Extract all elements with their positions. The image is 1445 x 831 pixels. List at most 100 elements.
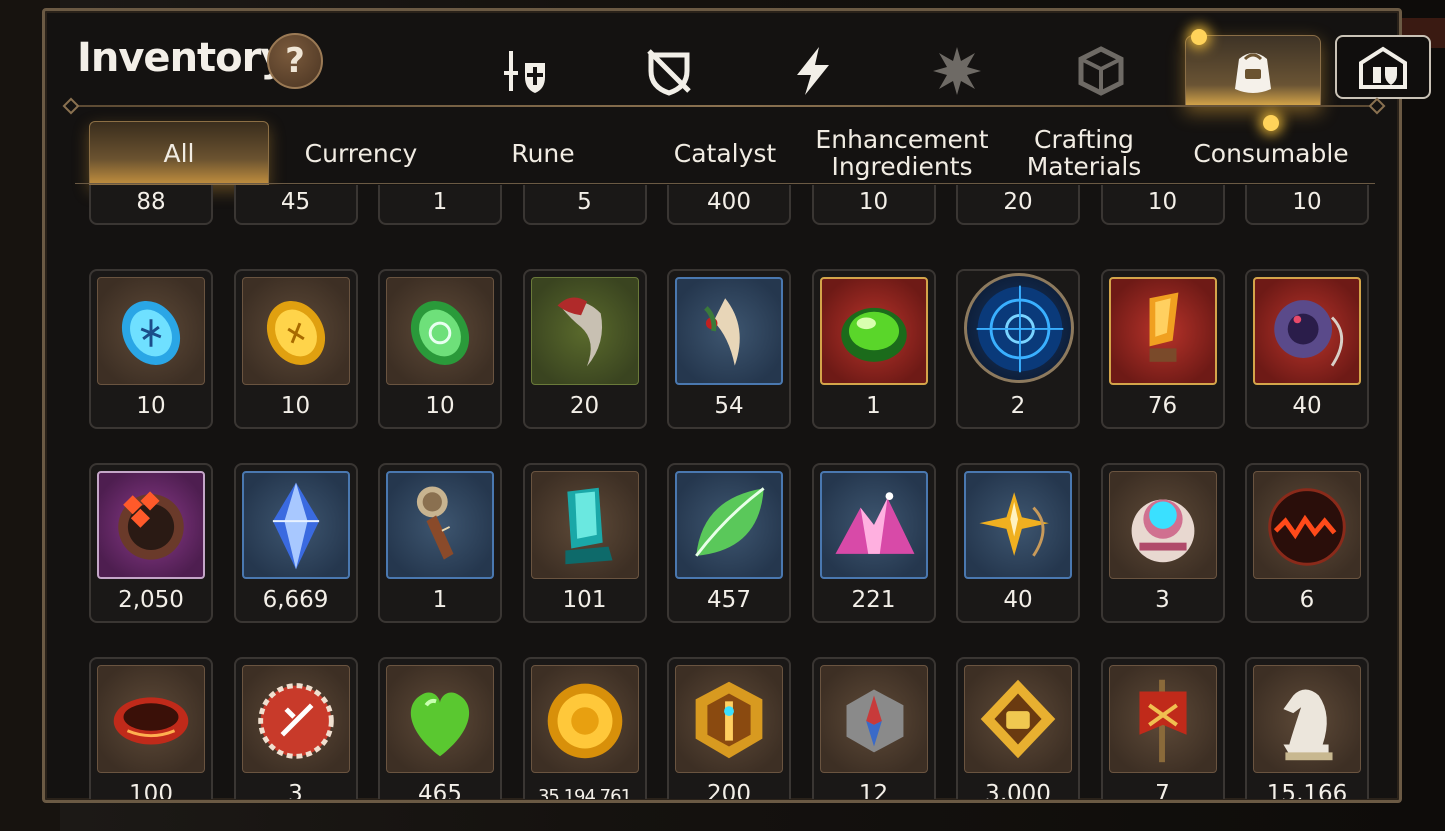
item-frame: [819, 665, 928, 773]
item-frame: [819, 277, 928, 385]
inventory-slot[interactable]: 6,669: [233, 463, 358, 623]
item-quantity: 3: [288, 781, 303, 799]
tab-crafting-materials[interactable]: Crafting Materials: [989, 121, 1179, 185]
category-castle-shop[interactable]: [1335, 35, 1431, 99]
backpack-icon: [1235, 53, 1271, 93]
inventory-slot[interactable]: 3,000: [956, 657, 1080, 799]
item-frame: [241, 665, 350, 773]
inventory-slot[interactable]: 221: [811, 463, 936, 623]
item-frame: [1253, 665, 1361, 773]
category-shield[interactable]: [609, 35, 729, 107]
inventory-slot[interactable]: 10: [233, 269, 358, 429]
item-quantity: 2: [1010, 393, 1026, 419]
category-bar: [465, 35, 1445, 107]
inventory-slot[interactable]: 10: [89, 269, 213, 429]
inventory-slot[interactable]: 54: [667, 269, 791, 429]
inventory-slot[interactable]: 20: [956, 185, 1080, 225]
item-frame: [1253, 471, 1361, 579]
teal-crystal-icon: [564, 487, 612, 565]
help-button[interactable]: ?: [267, 33, 323, 89]
category-lightning[interactable]: [753, 35, 873, 107]
tab-currency[interactable]: Currency: [271, 121, 451, 185]
green-heart-icon: [410, 692, 470, 757]
item-frame: [530, 665, 639, 773]
inventory-slot[interactable]: 3: [233, 657, 358, 799]
inventory-slot[interactable]: 5: [522, 185, 647, 225]
inventory-slot[interactable]: 76: [1100, 269, 1225, 429]
item-frame: [241, 471, 350, 579]
item-quantity: 10: [858, 189, 889, 215]
item-quantity: 3,000: [985, 781, 1051, 799]
tab-all[interactable]: All: [89, 121, 269, 185]
window-title: Inventory: [77, 35, 286, 81]
hero-gear-icon: [504, 51, 545, 93]
leaf-icon: [695, 487, 765, 557]
item-quantity: 40: [1003, 587, 1033, 613]
item-quantity: 400: [707, 189, 751, 215]
blue-gem-icon: [272, 482, 319, 570]
inventory-slot[interactable]: 35,194,761: [522, 657, 647, 799]
item-quantity: 10: [280, 393, 311, 419]
castle-shop-icon: [1359, 46, 1407, 89]
inventory-slot[interactable]: 3: [1100, 463, 1225, 623]
item-frame: [530, 277, 639, 385]
inventory-slot[interactable]: 100: [89, 657, 213, 799]
item-quantity: 40: [1292, 393, 1322, 419]
category-burst[interactable]: [897, 35, 1017, 107]
item-frame: [386, 665, 494, 773]
item-quantity: 6,669: [262, 587, 329, 613]
star-amulet-icon: [979, 492, 1049, 557]
inventory-slot[interactable]: 15,166: [1245, 657, 1369, 799]
feather-root-icon: [704, 298, 740, 366]
item-quantity: 45: [280, 189, 311, 215]
compass-key-icon: [416, 486, 454, 560]
item-quantity: 12: [858, 781, 889, 799]
item-quantity: 76: [1147, 393, 1178, 419]
burst-icon: [933, 47, 981, 95]
inventory-slot[interactable]: 10: [378, 269, 502, 429]
inventory-slot[interactable]: 1: [378, 185, 502, 225]
inventory-slot[interactable]: 10: [1245, 185, 1369, 225]
inventory-slot[interactable]: 200: [667, 657, 791, 799]
item-quantity: 1: [866, 393, 881, 419]
category-backpack[interactable]: [1185, 35, 1321, 107]
category-cube[interactable]: [1041, 35, 1161, 107]
inventory-slot[interactable]: 20: [522, 269, 647, 429]
inventory-slot[interactable]: 2,050: [89, 463, 213, 623]
blue-rune-icon: [121, 300, 181, 365]
item-quantity: 6: [1299, 587, 1315, 613]
item-frame: [530, 471, 639, 579]
inventory-slot[interactable]: 457: [667, 463, 791, 623]
item-frame: [675, 277, 783, 385]
category-hero-gear[interactable]: [465, 35, 585, 107]
tab-enhancement-ingredients[interactable]: Enhancement Ingredients: [815, 121, 988, 185]
tab-catalyst[interactable]: Catalyst: [635, 121, 815, 185]
inventory-slot[interactable]: 7: [1100, 657, 1225, 799]
inventory-slot[interactable]: 101: [522, 463, 647, 623]
tab-rune[interactable]: Rune: [453, 121, 633, 185]
inventory-slot[interactable]: 400: [667, 185, 791, 225]
inventory-slot[interactable]: 40: [1245, 269, 1369, 429]
item-quantity: 15,166: [1266, 781, 1348, 799]
fist-badge-icon: [980, 679, 1056, 759]
item-quantity: 20: [1003, 189, 1033, 215]
gold-emblem-icon: [695, 681, 763, 759]
inventory-slot[interactable]: 12: [811, 657, 936, 799]
inventory-slot[interactable]: 1: [811, 269, 936, 429]
item-quantity: 10: [1147, 189, 1178, 215]
inventory-slot[interactable]: 10: [1100, 185, 1225, 225]
inventory-slot[interactable]: 2: [956, 269, 1080, 429]
lava-orb-icon: [1268, 488, 1346, 566]
inventory-slot[interactable]: 45: [233, 185, 358, 225]
inventory-slot[interactable]: 465: [378, 657, 502, 799]
inventory-slot[interactable]: 1: [378, 463, 502, 623]
inventory-slot[interactable]: 6: [1245, 463, 1369, 623]
inventory-slot[interactable]: 40: [956, 463, 1080, 623]
shield-disabled-icon: [647, 49, 691, 96]
inventory-slot[interactable]: 88: [89, 185, 213, 225]
item-frame: [964, 273, 1074, 383]
chess-knight-icon: [1283, 689, 1333, 761]
item-frame: [386, 277, 494, 385]
tabs-divider: [75, 183, 1375, 184]
inventory-slot[interactable]: 10: [811, 185, 936, 225]
